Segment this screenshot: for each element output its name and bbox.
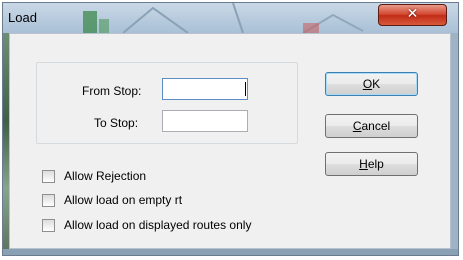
allow-load-empty-rt-checkbox[interactable] [42, 194, 55, 207]
from-stop-label: From Stop: [82, 84, 142, 98]
ok-label: K [372, 77, 381, 91]
background-strip-bottom [3, 249, 458, 255]
help-label: elp [367, 157, 384, 171]
allow-load-displayed-routes-checkbox[interactable] [42, 219, 55, 232]
from-stop-input[interactable] [162, 78, 248, 100]
load-dialog: Load ✕ From Stop: To Stop: OK Cancel Hel… [2, 2, 459, 256]
to-stop-input[interactable] [162, 110, 248, 132]
to-stop-label: To Stop: [94, 116, 139, 130]
ok-accel: O [362, 77, 373, 91]
cancel-label: ancel [361, 119, 391, 133]
close-button[interactable]: ✕ [378, 4, 447, 26]
allow-load-displayed-routes-label[interactable]: Allow load on displayed routes only [64, 218, 251, 232]
dialog-body: From Stop: To Stop: OK Cancel Help Allow… [9, 33, 451, 249]
title-bar[interactable]: Load ✕ [3, 3, 458, 33]
allow-load-empty-rt-label[interactable]: Allow load on empty rt [64, 193, 182, 207]
text-caret [245, 82, 246, 96]
window-title: Load [8, 10, 37, 25]
allow-rejection-checkbox[interactable] [42, 170, 55, 183]
help-button[interactable]: Help [325, 152, 418, 176]
ok-button[interactable]: OK [325, 72, 418, 96]
help-accel: H [359, 157, 368, 171]
cancel-button[interactable]: Cancel [325, 114, 418, 138]
allow-rejection-label[interactable]: Allow Rejection [64, 169, 146, 183]
close-icon: ✕ [406, 6, 419, 22]
background-strip-right [451, 33, 458, 255]
